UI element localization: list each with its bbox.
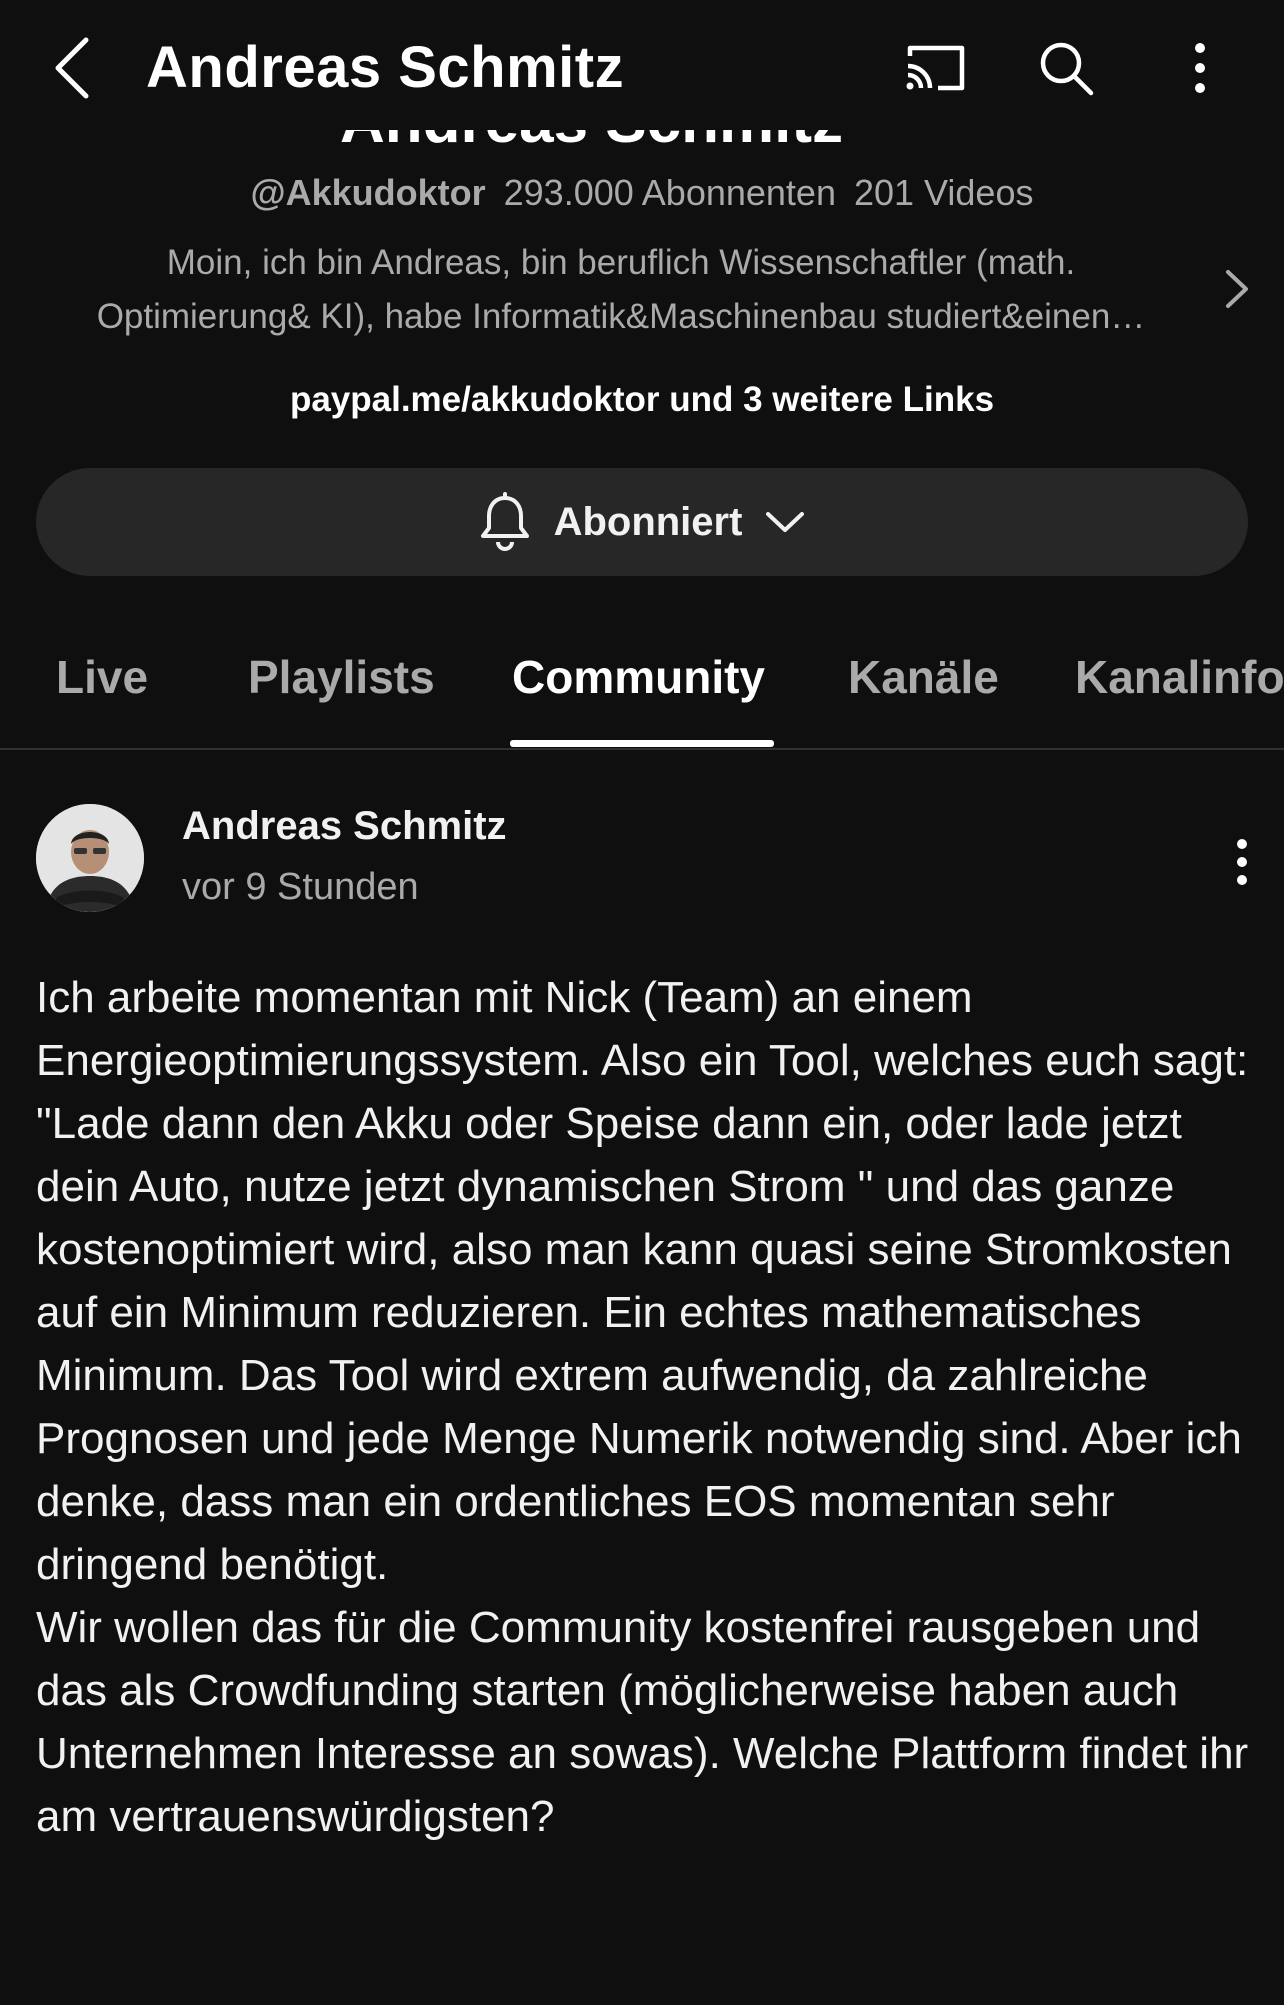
channel-links[interactable]: paypal.me/akkudoktor und 3 weitere Links [0,380,1284,420]
avatar-image [36,804,144,912]
bell-icon [480,492,529,551]
more-vertical-icon [1237,839,1247,885]
post-paragraph: Wir wollen das für die Community kostenf… [36,1603,1249,1841]
channel-handle: @Akkudoktor [250,172,486,213]
back-button[interactable] [44,30,100,106]
post-more-button[interactable] [1222,832,1262,892]
chevron-right-icon [1226,270,1248,308]
search-button[interactable] [1030,32,1102,104]
cast-icon [906,45,965,91]
channel-description[interactable]: Moin, ich bin Andreas, bin beruflich Wis… [46,236,1196,344]
subscriber-count: 293.000 Abonnenten [503,172,836,213]
post-timestamp: vor 9 Stunden [182,866,419,908]
cast-button[interactable] [900,32,972,104]
more-vertical-icon [1195,43,1205,93]
tab-live[interactable]: Live [56,650,148,704]
subscribed-button[interactable]: Abonniert [36,468,1248,576]
tab-about[interactable]: Kanalinfo [1075,650,1284,704]
description-expand-button[interactable] [1218,264,1254,314]
post-author[interactable]: Andreas Schmitz [182,804,507,849]
post-paragraph: Ich arbeite momentan mit Nick (Team) an … [36,973,1249,1589]
description-line: Moin, ich bin Andreas, bin beruflich Wis… [166,243,1076,282]
page-title: Andreas Schmitz [146,35,625,100]
channel-tabs: Live Playlists Community Kanäle Kanalinf… [0,620,1284,750]
video-count: 201 Videos [853,172,1034,213]
top-app-bar: Andreas Schmitz [0,0,1284,130]
more-options-button[interactable] [1164,32,1236,104]
search-icon [1040,42,1094,96]
chevron-down-icon [766,512,805,532]
back-chevron-icon [55,37,89,99]
tab-playlists[interactable]: Playlists [248,650,435,704]
post-header: Andreas Schmitz vor 9 Stunden [36,804,1248,914]
tab-channels[interactable]: Kanäle [848,650,999,704]
post-text: Ich arbeite momentan mit Nick (Team) an … [36,966,1256,1848]
active-tab-indicator [510,740,774,747]
channel-meta: @Akkudoktor 293.000 Abonnenten 201 Videos [0,172,1284,214]
tab-community[interactable]: Community [512,650,765,704]
avatar[interactable] [36,804,144,912]
description-line: Optimierung& KI), habe Informatik&Maschi… [96,297,1146,336]
subscribed-label: Abonniert [553,499,743,544]
